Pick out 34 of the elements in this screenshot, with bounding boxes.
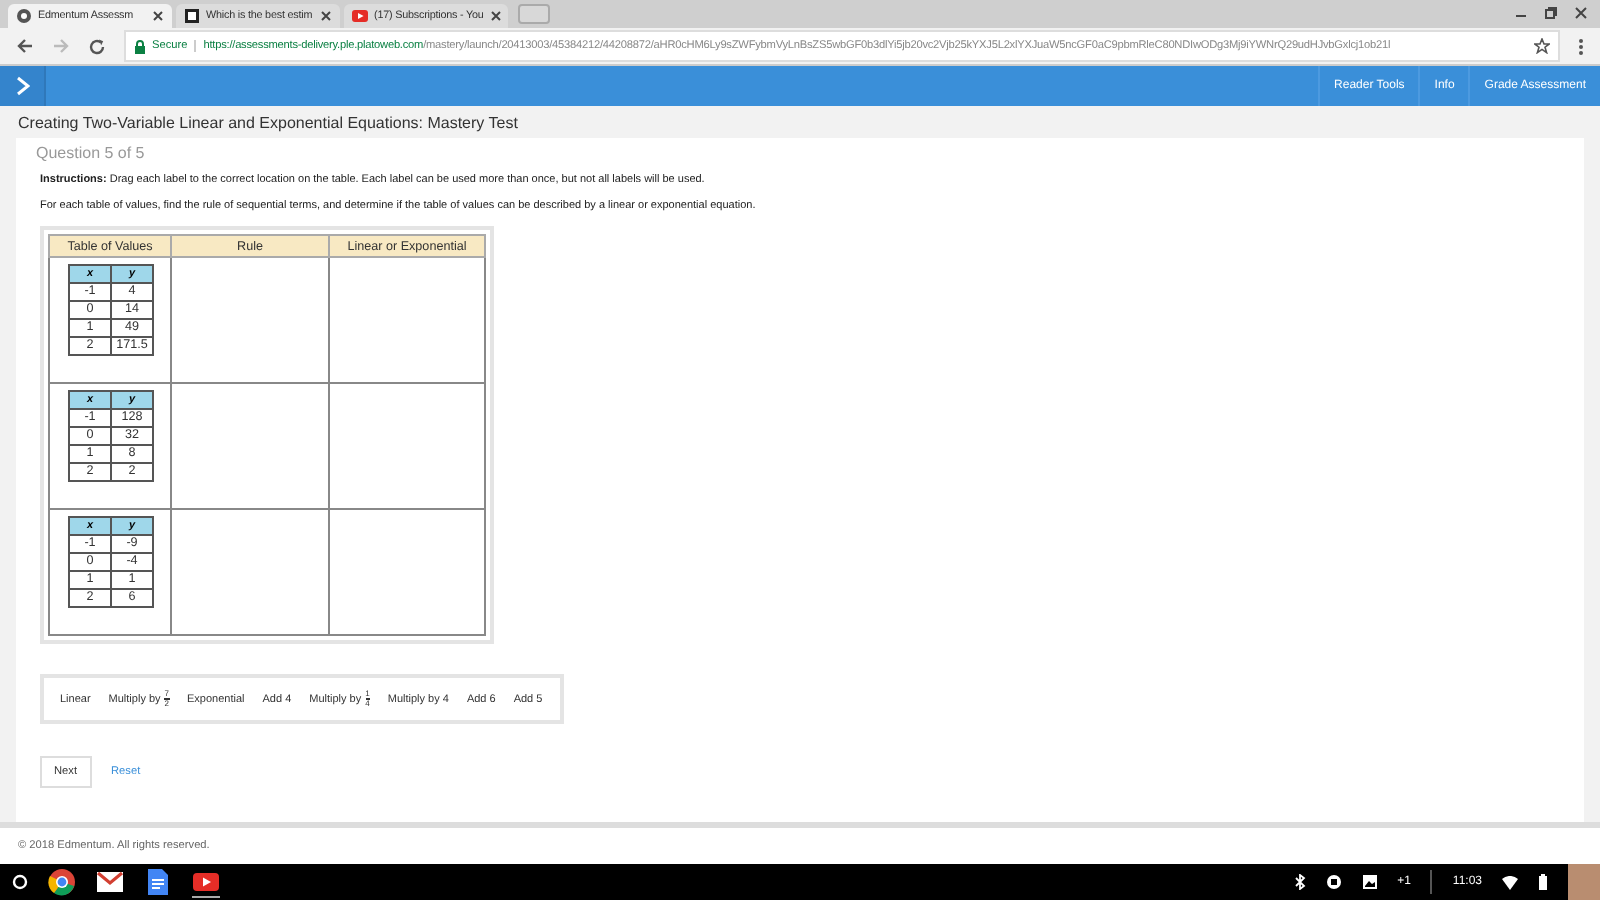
drop-target[interactable] [171,257,329,383]
close-icon[interactable] [320,10,332,22]
edmentum-logo-icon [16,8,32,24]
star-icon[interactable] [1534,38,1550,54]
sidebar-toggle-button[interactable] [0,66,46,106]
close-icon[interactable] [1574,6,1588,20]
bluetooth-icon [1293,874,1306,890]
drop-target[interactable] [171,509,329,635]
drop-target[interactable] [329,257,485,383]
drop-target[interactable] [329,509,485,635]
launcher-icon[interactable] [12,874,28,890]
document-icon [184,8,200,24]
restore-icon[interactable] [1544,6,1558,20]
question-number: Question 5 of 5 [36,144,147,162]
chevron-right-icon [15,76,29,96]
battery-icon [1538,874,1548,890]
back-arrow-icon[interactable] [16,38,34,54]
stop-icon [1325,874,1342,890]
close-icon[interactable] [152,10,164,22]
browser-app-icon[interactable] [48,868,76,896]
test-title: Creating Two-Variable Linear and Exponential Equations: Mastery Test [16,112,520,136]
document-app-icon[interactable] [144,868,172,896]
address-field[interactable] [124,30,1560,62]
play-app-icon[interactable] [192,867,220,895]
image-icon [1361,874,1378,890]
play-icon [352,8,368,24]
drop-target[interactable] [171,383,329,509]
lock-icon [134,39,146,53]
reload-icon[interactable] [88,37,106,55]
drop-target[interactable] [329,383,485,509]
more-icon[interactable] [1578,37,1584,55]
close-icon[interactable] [489,10,502,22]
wifi-icon [1502,875,1518,889]
mail-app-icon[interactable] [96,868,124,896]
